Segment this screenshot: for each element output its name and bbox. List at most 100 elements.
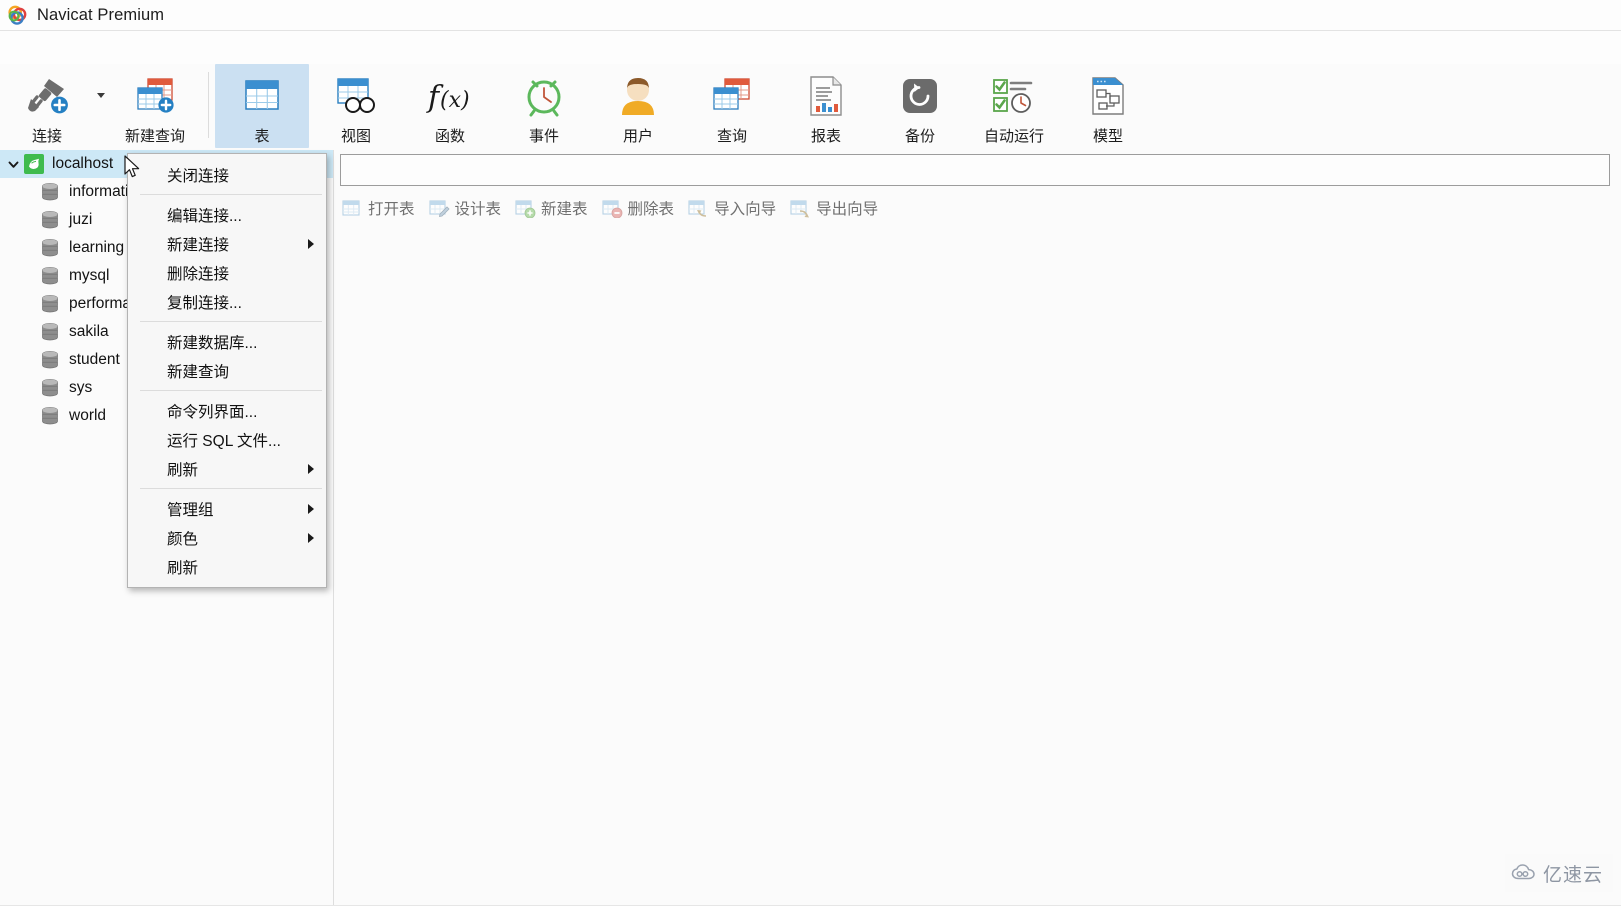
toolbar-button-user[interactable]: 用户 xyxy=(591,64,685,148)
toolbar-button-label: 新建查询 xyxy=(125,125,185,146)
context-menu-item[interactable]: 新建数据库... xyxy=(128,327,326,356)
toolbar-button-label: 模型 xyxy=(1093,125,1123,146)
object-subtoolbar: 打开表设计表 新建表删除表导入向导 导出向导 xyxy=(335,192,1621,224)
database-icon xyxy=(40,378,60,398)
tree-database-label: learning xyxy=(69,239,124,257)
context-menu-separator xyxy=(140,194,322,195)
chevron-down-icon[interactable] xyxy=(94,64,108,148)
title-bar: Navicat Premium xyxy=(0,0,1621,31)
subtoolbar-open-table[interactable]: 打开表 xyxy=(335,193,422,223)
event-clock-icon xyxy=(518,73,570,119)
toolbar-button-new-query-table[interactable]: 新建查询 xyxy=(108,64,202,148)
context-menu-item[interactable]: 命令列界面... xyxy=(128,396,326,425)
navicat-logo-icon xyxy=(7,5,28,26)
subtoolbar-new-table[interactable]: 新建表 xyxy=(508,193,595,223)
toolbar-button-label: 连接 xyxy=(32,125,62,146)
filter-input[interactable] xyxy=(340,154,1610,186)
database-icon xyxy=(40,266,60,286)
database-icon xyxy=(40,182,60,202)
function-fx-icon: f(x) xyxy=(424,73,476,119)
context-menu-item[interactable]: 新建连接 xyxy=(128,229,326,258)
submenu-arrow-icon xyxy=(308,533,314,543)
report-icon xyxy=(800,73,852,119)
new-query-table-icon xyxy=(129,73,181,119)
toolbar-button-table[interactable]: 表 xyxy=(215,64,309,148)
export-wizard-icon xyxy=(790,199,811,218)
mysql-dolphin-icon xyxy=(24,154,44,174)
database-icon xyxy=(40,322,60,342)
toolbar-button-query[interactable]: 查询 xyxy=(685,64,779,148)
context-menu-item-label: 关闭连接 xyxy=(167,164,229,186)
context-menu-separator xyxy=(140,321,322,322)
context-menu-item[interactable]: 复制连接... xyxy=(128,287,326,316)
toolbar-button-label: 表 xyxy=(254,125,269,146)
toolbar-button-label: 函数 xyxy=(435,125,465,146)
toolbar-button-backup[interactable]: 备份 xyxy=(873,64,967,148)
context-menu-item[interactable]: 删除连接 xyxy=(128,258,326,287)
subtoolbar-label: 导出向导 xyxy=(816,197,878,219)
context-menu-item[interactable]: 新建查询 xyxy=(128,356,326,385)
context-menu-item-label: 新建数据库... xyxy=(167,331,257,353)
object-pane: 打开表设计表 新建表删除表导入向导 导出向导 xyxy=(335,150,1621,906)
database-icon xyxy=(40,350,60,370)
model-icon xyxy=(1082,73,1134,119)
toolbar-button-report[interactable]: 报表 xyxy=(779,64,873,148)
tree-database-label: sakila xyxy=(69,323,109,341)
tree-database-label: sys xyxy=(69,379,92,397)
database-icon xyxy=(40,294,60,314)
context-menu-item[interactable]: 颜色 xyxy=(128,523,326,552)
toolbar-button-event-clock[interactable]: 事件 xyxy=(497,64,591,148)
toolbar-button-label: 视图 xyxy=(341,125,371,146)
subtoolbar-delete-table[interactable]: 删除表 xyxy=(595,193,682,223)
watermark-text: 亿速云 xyxy=(1543,860,1603,887)
toolbar-button-automation[interactable]: 自动运行 xyxy=(967,64,1061,148)
context-menu-separator xyxy=(140,390,322,391)
context-menu-item[interactable]: 管理组 xyxy=(128,494,326,523)
subtoolbar-label: 新建表 xyxy=(541,197,588,219)
context-menu-item[interactable]: 编辑连接... xyxy=(128,200,326,229)
toolbar-button-connection-plug[interactable]: 连接 xyxy=(0,64,94,148)
database-icon xyxy=(40,406,60,426)
context-menu-item-label: 运行 SQL 文件... xyxy=(167,429,281,451)
submenu-arrow-icon xyxy=(308,504,314,514)
table-icon xyxy=(236,73,288,119)
toolbar-button-function-fx[interactable]: f(x) 函数 xyxy=(403,64,497,148)
submenu-arrow-icon xyxy=(308,239,314,249)
context-menu-separator xyxy=(140,488,322,489)
subtoolbar-design-table[interactable]: 设计表 xyxy=(422,193,509,223)
context-menu-item-label: 编辑连接... xyxy=(167,204,242,226)
database-icon xyxy=(40,210,60,230)
connection-context-menu: 关闭连接编辑连接... 新建连接删除连接复制连接... 新建数据库... 新建查询命令… xyxy=(127,153,327,588)
toolbar-button-label: 事件 xyxy=(529,125,559,146)
toolbar-button-label: 报表 xyxy=(811,125,841,146)
chevron-down-icon[interactable] xyxy=(2,150,24,178)
context-menu-item[interactable]: 刷新 xyxy=(128,454,326,483)
main-toolbar: 连接 新建查询 表 视图 f(x) 函数 事件 用户 查询报表 备份 自动运行模型 xyxy=(0,64,1621,150)
design-table-icon xyxy=(429,199,450,218)
context-menu-item-label: 刷新 xyxy=(167,458,198,480)
window-title: Navicat Premium xyxy=(37,6,164,25)
context-menu-item[interactable]: 关闭连接 xyxy=(128,160,326,189)
delete-table-icon xyxy=(602,199,623,218)
tree-connection-label: localhost xyxy=(52,155,113,173)
import-wizard-icon xyxy=(688,199,709,218)
database-icon xyxy=(40,238,60,258)
open-table-icon xyxy=(342,199,363,218)
context-menu-item-label: 刷新 xyxy=(167,556,198,578)
context-menu-item[interactable]: 运行 SQL 文件... xyxy=(128,425,326,454)
toolbar-button-label: 备份 xyxy=(905,125,935,146)
toolbar-button-label: 用户 xyxy=(623,125,653,146)
subtoolbar-export-wizard[interactable]: 导出向导 xyxy=(783,193,885,223)
svg-text:(x): (x) xyxy=(440,88,470,113)
tree-database-label: student xyxy=(69,351,120,369)
connection-plug-icon xyxy=(21,73,73,119)
toolbar-button-model[interactable]: 模型 xyxy=(1061,64,1155,148)
context-menu-item-label: 管理组 xyxy=(167,498,214,520)
context-menu-item-label: 删除连接 xyxy=(167,262,229,284)
subtoolbar-import-wizard[interactable]: 导入向导 xyxy=(681,193,783,223)
context-menu-item-label: 新建查询 xyxy=(167,360,229,382)
context-menu-item-label: 新建连接 xyxy=(167,233,229,255)
tree-database-label: mysql xyxy=(69,267,109,285)
toolbar-button-view[interactable]: 视图 xyxy=(309,64,403,148)
context-menu-item[interactable]: 刷新 xyxy=(128,552,326,581)
